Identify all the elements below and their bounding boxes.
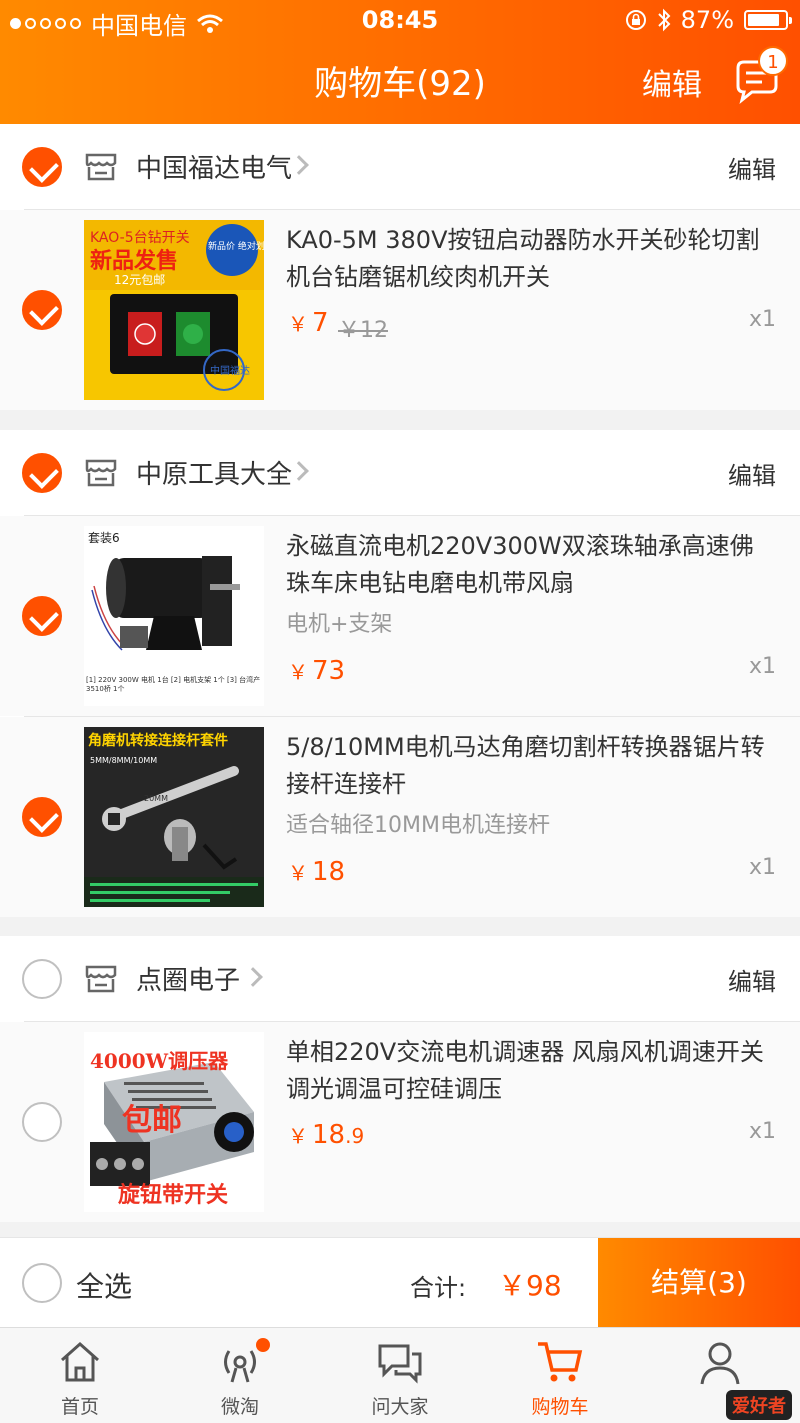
thumb-bottom: 旋钮带开关 [118, 1182, 228, 1208]
notification-dot [256, 1338, 270, 1352]
edit-cart-button[interactable]: 编辑 [642, 60, 702, 104]
total-label: 合计: [410, 1274, 467, 1302]
item-title[interactable]: 5/8/10MM电机马达角磨切割杆转换器锯片转接杆连接杆 [286, 729, 776, 803]
shop-edit-button[interactable]: 编辑 [728, 150, 776, 185]
home-icon [61, 1341, 99, 1382]
cart-item[interactable]: KAO-5台钻开关 新品发售 12元包邮 新品价 绝对划算 中国福达 KA0-5… [0, 210, 800, 410]
cart-item[interactable]: 4000W调压器 包邮 旋钮带开关 单相220V交流电机调速器 风扇风机调速开关… [0, 1022, 800, 1222]
store-icon [85, 965, 117, 993]
thumb-tag: 套装6 [88, 531, 120, 545]
item-quantity: x1 [748, 855, 776, 880]
product-image[interactable]: 4000W调压器 包邮 旋钮带开关 [84, 1032, 264, 1212]
shop-header: 中国福达电气 编辑 [0, 124, 800, 210]
chevron-right-icon[interactable] [289, 461, 309, 481]
item-checkbox[interactable] [22, 1102, 62, 1142]
person-icon [700, 1342, 740, 1385]
select-all-label[interactable]: 全选 [76, 1265, 132, 1305]
item-quantity: x1 [748, 654, 776, 679]
shop-header: 中原工具大全 编辑 [0, 430, 800, 516]
thumb-headline: 新品发售 [90, 248, 178, 274]
item-title[interactable]: 单相220V交流电机调速器 风扇风机调速开关 调光调温可控硅调压 [286, 1034, 776, 1108]
select-all-checkbox[interactable] [22, 1263, 62, 1303]
tab-ask[interactable]: 问大家 [320, 1328, 480, 1423]
cart-item[interactable]: 角磨机转接连接杆套件 5MM/8MM/10MM 20MM 5/8/10MM电机马… [0, 717, 800, 917]
battery-icon [744, 10, 792, 30]
checkout-button[interactable]: 结算(3) [598, 1238, 800, 1328]
store-icon [85, 459, 117, 487]
bluetooth-icon [657, 8, 671, 32]
watermark-logo: 爱好者 [726, 1390, 792, 1420]
tab-label: 购物车 [531, 1396, 589, 1418]
product-image[interactable]: KAO-5台钻开关 新品发售 12元包邮 新品价 绝对划算 中国福达 [84, 220, 264, 400]
battery-percent: 87% [680, 6, 734, 34]
cart-item[interactable]: 套装6 [1] 220V 300W 电机 1台 [2] 电机支架 1个 [3] … [0, 516, 800, 716]
item-quantity: x1 [748, 1119, 776, 1144]
tab-home[interactable]: 首页 [0, 1328, 160, 1423]
thumb-label: 20MM [144, 794, 168, 803]
item-checkbox[interactable] [22, 596, 62, 636]
shop-card: 中原工具大全 编辑 套装6 [1] 220V 300W 电机 1台 [2] 电机… [0, 430, 800, 917]
thumb-sub: 12元包邮 [114, 273, 165, 287]
shop-edit-button[interactable]: 编辑 [728, 456, 776, 491]
item-sku[interactable]: 适合轴径10MM电机连接杆 [286, 807, 550, 839]
thumb-caption: [1] 220V 300W 电机 1台 [2] 电机支架 1个 [3] 台湾产3… [86, 676, 261, 693]
shop-name[interactable]: 中国福达电气 [136, 148, 292, 185]
item-title[interactable]: 永磁直流电机220V300W双滚珠轴承高速佛珠车床电钻电磨电机带风扇 [286, 528, 776, 602]
status-bar: 中国电信 08:45 87% [0, 0, 800, 40]
tab-label: 微淘 [220, 1396, 259, 1418]
shop-checkbox[interactable] [22, 147, 62, 187]
chevron-right-icon[interactable] [289, 155, 309, 175]
store-icon [85, 153, 117, 181]
shop-edit-button[interactable]: 编辑 [728, 962, 776, 997]
header: 中国电信 08:45 87% 购物车(92) 编辑 1 [0, 0, 800, 124]
cart-icon [538, 1342, 583, 1382]
item-sku[interactable]: 电机+支架 [286, 606, 392, 638]
chat-bubbles-icon [378, 1344, 422, 1384]
shop-checkbox[interactable] [22, 959, 62, 999]
shop-name[interactable]: 中原工具大全 [136, 454, 292, 491]
item-price: ￥ 7 [288, 308, 329, 338]
checkout-bar: 全选 合计: ￥98 结算(3) [0, 1237, 800, 1328]
item-checkbox[interactable] [22, 290, 62, 330]
thumb-mid: 包邮 [122, 1103, 182, 1138]
tab-label: 问大家 [371, 1396, 429, 1418]
tab-weitao[interactable]: 微淘 [160, 1328, 320, 1423]
thumb-stamp: 中国福达 [210, 364, 250, 377]
product-image[interactable]: 角磨机转接连接杆套件 5MM/8MM/10MM 20MM [84, 727, 264, 907]
rotation-lock-icon [625, 10, 646, 30]
item-original-price: ￥12 [338, 318, 388, 343]
item-title[interactable]: KA0-5M 380V按钮启动器防水开关砂轮切割机台钻磨锯机绞肉机开关 [286, 222, 776, 296]
tab-label: 首页 [60, 1396, 99, 1418]
shop-name[interactable]: 点圈电子 [136, 960, 240, 997]
item-price: ￥ 73 [288, 656, 346, 686]
shop-card: 点圈电子 编辑 4000W调压器 包邮 旋钮带开关 单相220V交流电机调速器 … [0, 936, 800, 1222]
thumb-sub: 5MM/8MM/10MM [90, 756, 157, 765]
item-price: ￥ 18 [288, 857, 346, 887]
item-quantity: x1 [748, 307, 776, 332]
thumb-banner: KAO-5台钻开关 [90, 230, 190, 246]
thumb-headline: 角磨机转接连接杆套件 [88, 732, 228, 749]
chevron-right-icon[interactable] [243, 967, 263, 987]
shop-checkbox[interactable] [22, 453, 62, 493]
thumb-badge: 新品价 绝对划算 [208, 240, 264, 252]
message-badge: 1 [758, 46, 788, 76]
shop-card: 中国福达电气 编辑 KAO-5台钻开关 新品发售 12元包邮 新品价 绝对划算 … [0, 124, 800, 410]
shop-header: 点圈电子 编辑 [0, 936, 800, 1022]
tab-bar: 首页 微淘 问大家 购物车 爱好者 [0, 1327, 800, 1423]
item-checkbox[interactable] [22, 797, 62, 837]
product-image[interactable]: 套装6 [1] 220V 300W 电机 1台 [2] 电机支架 1个 [3] … [84, 526, 264, 706]
tab-profile[interactable]: 爱好者 [640, 1328, 800, 1423]
item-price: ￥ 18.9 [288, 1120, 365, 1150]
tab-cart[interactable]: 购物车 [480, 1328, 640, 1423]
thumb-top: 4000W调压器 [90, 1049, 229, 1073]
total-amount: ￥98 [498, 1269, 562, 1302]
